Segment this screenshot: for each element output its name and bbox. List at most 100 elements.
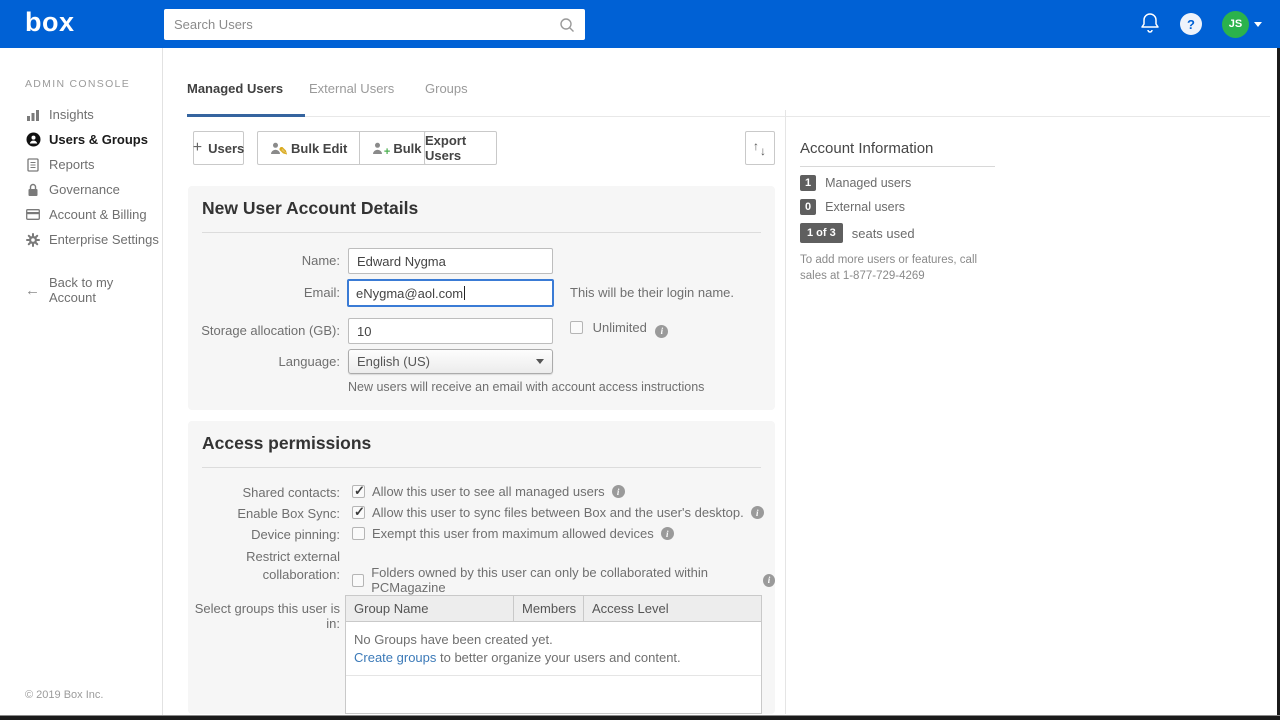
tab-groups[interactable]: Groups xyxy=(425,81,468,96)
name-field[interactable] xyxy=(348,248,553,274)
divider xyxy=(202,467,761,468)
shared-contacts-row: Allow this user to see all managed users… xyxy=(352,484,625,499)
device-pinning-label: Device pinning: xyxy=(190,527,340,542)
box-sync-row: Allow this user to sync files between Bo… xyxy=(352,505,764,520)
plus-icon: + xyxy=(193,139,202,157)
select-groups-label: Select groups this user is in: xyxy=(190,601,340,631)
column-members[interactable]: Members xyxy=(514,596,584,621)
seats-used-badge: 1 of 3 xyxy=(800,223,843,243)
box-sync-checkbox[interactable] xyxy=(352,506,365,519)
sidebar-item-users-groups[interactable]: Users & Groups xyxy=(0,127,162,152)
sidebar-item-label: Users & Groups xyxy=(49,132,148,147)
box-admin-console: box ? JS ADMIN CONSOLE Insights xyxy=(0,0,1280,720)
user-icon xyxy=(25,132,41,147)
search-input[interactable] xyxy=(164,17,559,32)
notifications-bell-icon[interactable] xyxy=(1140,12,1160,37)
lock-icon xyxy=(25,183,41,197)
shared-contacts-label: Shared contacts: xyxy=(190,485,340,500)
sidebar-item-label: Insights xyxy=(49,107,94,122)
info-icon[interactable]: i xyxy=(751,506,764,519)
sidebar-section-label: ADMIN CONSOLE xyxy=(25,78,130,90)
arrow-up-icon: ↑ xyxy=(753,139,759,153)
info-icon[interactable]: i xyxy=(655,325,668,338)
sidebar-item-enterprise-settings[interactable]: Enterprise Settings xyxy=(0,227,162,252)
pencil-icon: ✎ xyxy=(279,147,288,158)
sidebar-item-account-billing[interactable]: Account & Billing xyxy=(0,202,162,227)
bulk-edit-button[interactable]: ✎ Bulk Edit xyxy=(257,131,360,165)
storage-label: Storage allocation (GB): xyxy=(190,323,340,338)
sales-contact-note: To add more users or features, call sale… xyxy=(800,253,995,284)
managed-users-count-badge: 1 xyxy=(800,175,816,191)
storage-field[interactable] xyxy=(348,318,553,344)
sidebar-item-governance[interactable]: Governance xyxy=(0,177,162,202)
device-pinning-row: Exempt this user from maximum allowed de… xyxy=(352,526,674,541)
search-box[interactable] xyxy=(164,9,585,40)
chevron-down-icon xyxy=(1254,22,1262,27)
content-divider xyxy=(785,110,786,714)
info-icon[interactable]: i xyxy=(612,485,625,498)
sort-button[interactable]: ↑ ↓ xyxy=(745,131,775,165)
back-arrow-icon: ← xyxy=(25,282,40,299)
external-users-count-badge: 0 xyxy=(800,199,816,215)
bar-chart-icon xyxy=(25,108,41,122)
screen-edge-bottom xyxy=(0,715,1280,720)
bulk-add-icon: + xyxy=(372,142,387,155)
shared-contacts-checkbox[interactable] xyxy=(352,485,365,498)
export-users-button[interactable]: Export Users xyxy=(424,131,497,165)
divider xyxy=(202,232,761,233)
card-title: Access permissions xyxy=(202,433,371,454)
bulk-edit-icon: ✎ xyxy=(270,142,285,155)
document-icon xyxy=(25,158,41,172)
card-title: New User Account Details xyxy=(202,198,418,219)
groups-empty-state: No Groups have been created yet. Create … xyxy=(346,622,761,676)
copyright: © 2019 Box Inc. xyxy=(25,689,103,701)
box-sync-label: Enable Box Sync: xyxy=(190,506,340,521)
email-field[interactable]: eNygma@aol.com xyxy=(347,279,554,307)
top-bar: box ? JS xyxy=(0,0,1280,48)
tab-external-users[interactable]: External Users xyxy=(309,81,394,96)
sidebar-item-reports[interactable]: Reports xyxy=(0,152,162,177)
empty-message: No Groups have been created yet. xyxy=(354,631,753,649)
managed-users-stat: 1 Managed users xyxy=(800,175,995,191)
unlimited-checkbox[interactable] xyxy=(570,321,583,334)
language-select[interactable]: English (US) xyxy=(348,349,553,374)
back-link-label: Back to my Account xyxy=(49,275,162,305)
account-menu[interactable]: JS xyxy=(1222,11,1262,38)
create-groups-link[interactable]: Create groups xyxy=(354,650,436,665)
active-tab-indicator xyxy=(187,114,305,117)
email-label: Email: xyxy=(190,285,340,300)
tab-managed-users[interactable]: Managed Users xyxy=(187,81,283,96)
sidebar-item-label: Governance xyxy=(49,182,120,197)
info-icon[interactable]: i xyxy=(763,574,775,587)
credit-card-icon xyxy=(25,209,41,220)
tabs-divider xyxy=(187,116,1270,117)
add-users-button[interactable]: + Users xyxy=(193,131,244,165)
name-label: Name: xyxy=(190,253,340,268)
sidebar-item-label: Account & Billing xyxy=(49,207,147,222)
external-collab-label: Restrict external collaboration: xyxy=(190,548,340,584)
sidebar-item-label: Enterprise Settings xyxy=(49,232,159,247)
search-icon[interactable] xyxy=(559,17,575,33)
text-cursor xyxy=(464,286,465,300)
sidebar: ADMIN CONSOLE Insights Users & Groups Re… xyxy=(0,48,163,715)
panel-title: Account Information xyxy=(800,140,995,167)
sidebar-item-label: Reports xyxy=(49,157,95,172)
access-permissions-card: Access permissions Shared contacts: Allo… xyxy=(188,421,775,714)
sidebar-item-insights[interactable]: Insights xyxy=(0,102,162,127)
external-users-stat: 0 External users xyxy=(800,199,995,215)
device-pinning-checkbox[interactable] xyxy=(352,527,365,540)
external-collab-row: Folders owned by this user can only be c… xyxy=(352,565,775,595)
back-to-account-link[interactable]: ← Back to my Account xyxy=(25,275,162,305)
plus-icon: + xyxy=(384,147,390,158)
help-icon[interactable]: ? xyxy=(1180,13,1202,35)
language-label: Language: xyxy=(190,354,340,369)
unlimited-label: Unlimited xyxy=(593,320,647,335)
avatar[interactable]: JS xyxy=(1222,11,1249,38)
column-group-name[interactable]: Group Name xyxy=(346,596,514,621)
box-logo: box xyxy=(25,7,75,38)
seats-used-stat: 1 of 3 seats used xyxy=(800,223,995,243)
external-collab-checkbox[interactable] xyxy=(352,574,364,587)
column-access-level[interactable]: Access Level xyxy=(584,596,761,621)
email-instructions-note: New users will receive an email with acc… xyxy=(348,380,704,394)
info-icon[interactable]: i xyxy=(661,527,674,540)
